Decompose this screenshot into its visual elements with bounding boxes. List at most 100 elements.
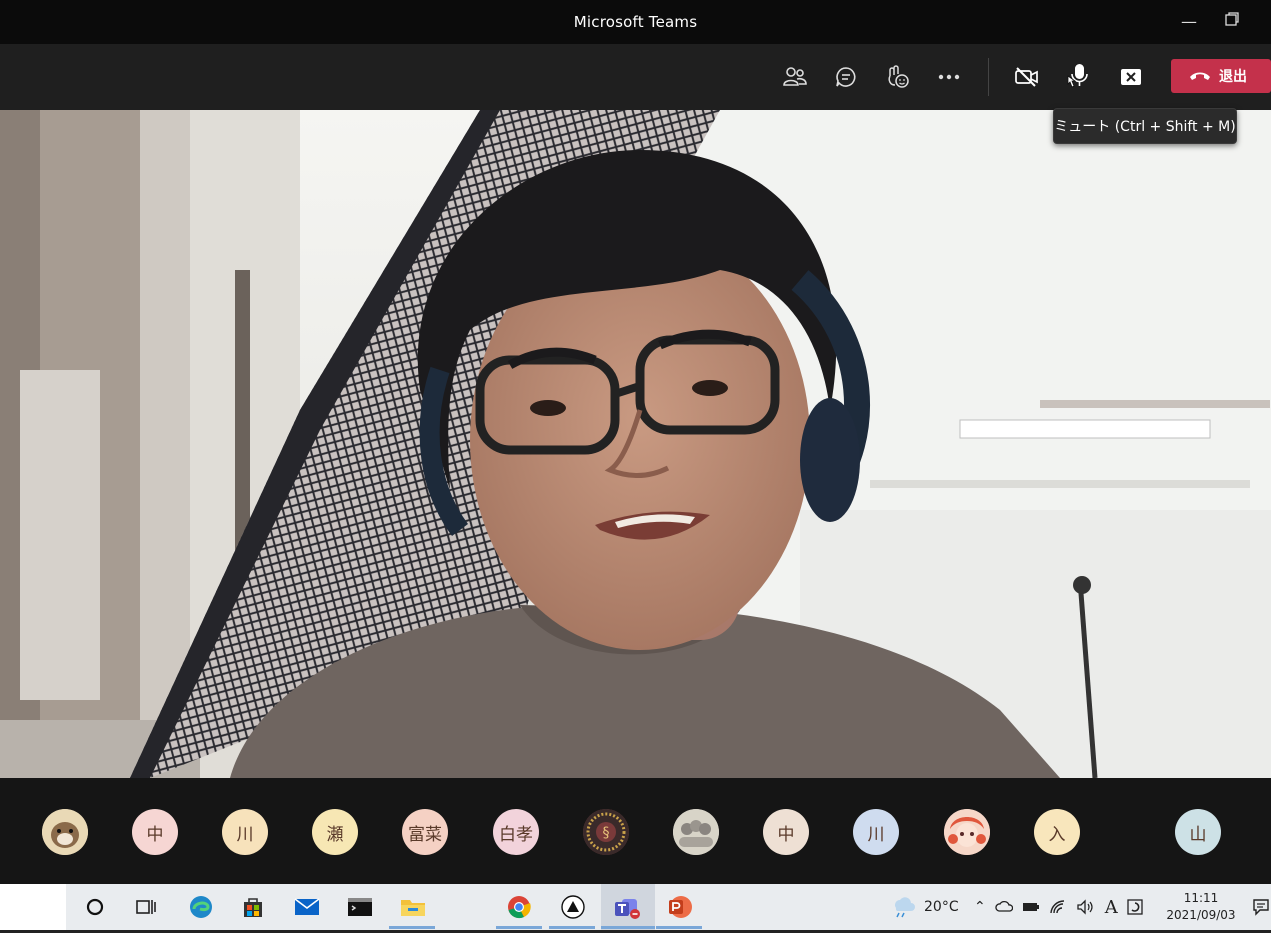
app-icon [561, 895, 585, 919]
hang-up-icon [1190, 72, 1210, 80]
leave-button[interactable]: 退出 [1171, 59, 1271, 93]
chat-button[interactable] [830, 61, 862, 93]
participant-avatar[interactable]: 白孝 [493, 809, 539, 855]
camera-toggle-button[interactable] [1011, 61, 1043, 93]
more-options-button[interactable] [933, 61, 965, 93]
weather-rain-icon [895, 897, 915, 918]
participant-avatar[interactable] [673, 809, 719, 855]
participants-icon [783, 67, 807, 86]
teams-button[interactable] [612, 892, 642, 922]
participant-initials: 山 [1189, 824, 1207, 845]
leave-label: 退出 [1219, 69, 1247, 85]
participant-initials: 中 [777, 824, 795, 845]
otter-photo-icon [42, 809, 88, 855]
participant-avatar[interactable]: § [583, 809, 629, 855]
more-options-icon [938, 74, 960, 80]
participant-avatar[interactable]: 入 [1034, 809, 1080, 855]
chat-icon [836, 67, 856, 87]
terminal-button[interactable] [345, 892, 375, 922]
participant-avatar[interactable]: 川 [853, 809, 899, 855]
system-tray: ⌃ A [974, 884, 1143, 930]
battery-icon[interactable] [1022, 901, 1040, 913]
weather-temp: 20°C [924, 899, 959, 915]
participant-avatar[interactable]: 中 [132, 809, 178, 855]
anime-photo-icon [944, 809, 990, 855]
share-screen-button[interactable] [1115, 61, 1147, 93]
mail-button[interactable] [292, 892, 322, 922]
app-button[interactable] [558, 892, 588, 922]
wifi-icon[interactable] [1049, 899, 1067, 915]
powerpoint-button[interactable] [665, 892, 695, 922]
microphone-button[interactable] [1062, 61, 1094, 93]
store-icon [244, 898, 262, 917]
participant-initials: 白孝 [499, 824, 533, 845]
start-area[interactable] [0, 884, 66, 930]
file-explorer-button[interactable] [398, 892, 428, 922]
chrome-active-indicator [496, 926, 542, 929]
powerpoint-icon [669, 896, 692, 918]
edge-button[interactable] [186, 892, 216, 922]
weather-widget[interactable]: 20°C [890, 884, 959, 930]
folder-icon [401, 900, 425, 916]
camera-off-icon [1015, 67, 1038, 87]
toolbar-divider [988, 58, 989, 96]
video-frame [0, 110, 1271, 778]
task-view-icon [136, 900, 156, 914]
participant-avatar[interactable]: 山 [1175, 809, 1221, 855]
notification-icon [1253, 899, 1269, 916]
participants-button[interactable] [779, 61, 811, 93]
notification-button[interactable] [1252, 884, 1270, 930]
clock-time: 11:11 [1183, 891, 1219, 905]
edge-icon [190, 896, 212, 918]
clock[interactable]: 11:11 2021/09/03 [1164, 884, 1238, 930]
search-button[interactable] [80, 892, 110, 922]
title-bar: Microsoft Teams — [0, 0, 1271, 44]
mute-tooltip: ミュート (Ctrl + Shift + M) [1053, 108, 1237, 144]
main-video-feed [0, 110, 1271, 778]
onedrive-icon[interactable] [995, 901, 1013, 913]
participant-initials: 瀬 [326, 824, 344, 845]
volume-icon[interactable] [1076, 899, 1096, 915]
participant-avatar[interactable]: 中 [763, 809, 809, 855]
participant-initials: 川 [867, 824, 885, 845]
participant-avatar[interactable] [944, 809, 990, 855]
svg-text:§: § [603, 825, 610, 841]
reactions-button[interactable] [881, 61, 913, 93]
participants-strip: 中 川 瀬 富菜 白孝 § 中 川 入 山 [0, 778, 1271, 884]
powerpoint-active-indicator [656, 926, 702, 929]
participant-avatar[interactable]: 川 [222, 809, 268, 855]
participant-avatar[interactable]: 瀬 [312, 809, 358, 855]
participant-avatar[interactable]: 富菜 [402, 809, 448, 855]
ime-mode-icon[interactable] [1127, 899, 1143, 915]
microphone-icon [1067, 64, 1088, 88]
reactions-icon [888, 65, 909, 88]
ime-indicator[interactable]: A [1105, 897, 1118, 918]
teams-active-indicator [601, 926, 655, 929]
share-screen-icon [1121, 69, 1141, 85]
mail-icon [294, 898, 320, 915]
participant-initials: 富菜 [408, 824, 442, 845]
group-photo-icon [673, 809, 719, 855]
store-button[interactable] [238, 892, 268, 922]
mouse-cursor-icon [1067, 75, 1077, 88]
task-view-button[interactable] [131, 892, 161, 922]
terminal-icon [348, 898, 372, 916]
clock-date: 2021/09/03 [1166, 908, 1236, 922]
participant-initials: 川 [236, 824, 254, 845]
participant-initials: 入 [1048, 824, 1066, 845]
chrome-icon [508, 896, 531, 919]
explorer-active-indicator [389, 926, 435, 929]
restore-button[interactable] [1220, 10, 1244, 34]
participant-avatar[interactable] [42, 809, 88, 855]
restore-icon [1225, 12, 1239, 26]
pattern-photo-icon: § [583, 809, 629, 855]
chevron-up-icon[interactable]: ⌃ [974, 899, 986, 915]
app-active-indicator [549, 926, 595, 929]
minimize-button[interactable]: — [1177, 10, 1201, 34]
teams-icon [615, 899, 640, 919]
meeting-toolbar: 退出 [0, 44, 1271, 111]
chrome-button[interactable] [504, 892, 534, 922]
search-circle-icon [86, 898, 104, 916]
participant-initials: 中 [146, 824, 164, 845]
windows-taskbar: 20°C ⌃ A 11:11 2021/09/03 [0, 884, 1271, 930]
